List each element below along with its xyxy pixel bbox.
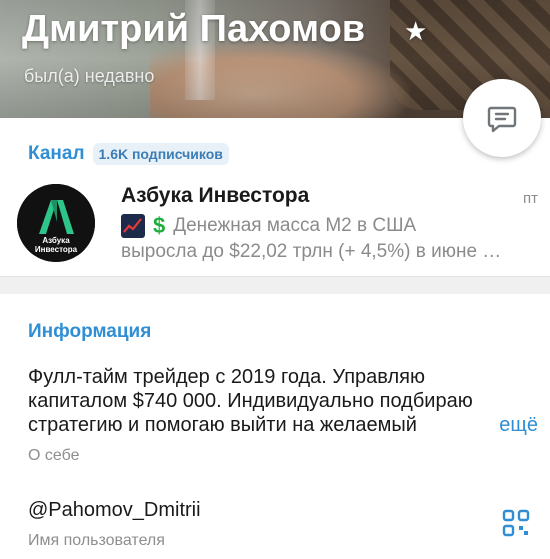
preview-text-1: Денежная масса М2 в США bbox=[173, 215, 417, 236]
channel-header: Канал 1.6K подписчиков bbox=[28, 143, 229, 165]
channel-logo-icon: Азбука Инвестора bbox=[17, 184, 95, 262]
channel-section-label: Канал bbox=[28, 143, 85, 164]
chart-icon bbox=[121, 214, 145, 238]
profile-status: был(а) недавно bbox=[24, 66, 155, 86]
show-more-link[interactable]: ещё bbox=[489, 413, 538, 437]
section-divider bbox=[0, 276, 550, 294]
profile-name: Дмитрий Пахомов bbox=[22, 8, 366, 50]
channel-time: пт bbox=[523, 190, 538, 207]
subscribers-badge: 1.6K подписчиков bbox=[92, 143, 229, 165]
message-icon bbox=[487, 106, 517, 133]
qr-code-button[interactable] bbox=[502, 509, 530, 537]
channel-preview-line2: выросла до $22,02 трлн (+ 4,5%) в июне … bbox=[121, 241, 502, 262]
star-icon[interactable]: ★ bbox=[404, 16, 427, 47]
message-button[interactable] bbox=[463, 79, 541, 157]
username-caption: Имя пользователя bbox=[28, 532, 165, 549]
dollar-icon: $ bbox=[153, 213, 166, 238]
channel-preview-line1: $ Денежная масса М2 в США bbox=[121, 213, 416, 239]
avatar-text-1: Азбука bbox=[42, 236, 70, 245]
info-section-title: Информация bbox=[28, 321, 152, 342]
bio-line-3: стратегию и помогаю выйти на желаемый bbox=[28, 414, 417, 436]
qr-code-icon bbox=[502, 509, 530, 537]
avatar-text-2: Инвестора bbox=[35, 245, 78, 254]
username-value[interactable]: @Pahomov_Dmitrii bbox=[28, 499, 201, 522]
channel-item[interactable]: Азбука Инвестора Азбука Инвестора пт $ Д… bbox=[0, 175, 550, 275]
bio-caption: О себе bbox=[28, 447, 80, 464]
channel-avatar: Азбука Инвестора bbox=[17, 184, 95, 262]
channel-title: Азбука Инвестора bbox=[121, 184, 310, 207]
bio-line-2: капиталом $740 000. Индивидуально подбир… bbox=[28, 390, 473, 412]
bio-line-1: Фулл-тайм трейдер с 2019 года. Управляю bbox=[28, 366, 425, 388]
bio-text[interactable]: Фулл-тайм трейдер с 2019 года. Управляю … bbox=[28, 365, 538, 437]
